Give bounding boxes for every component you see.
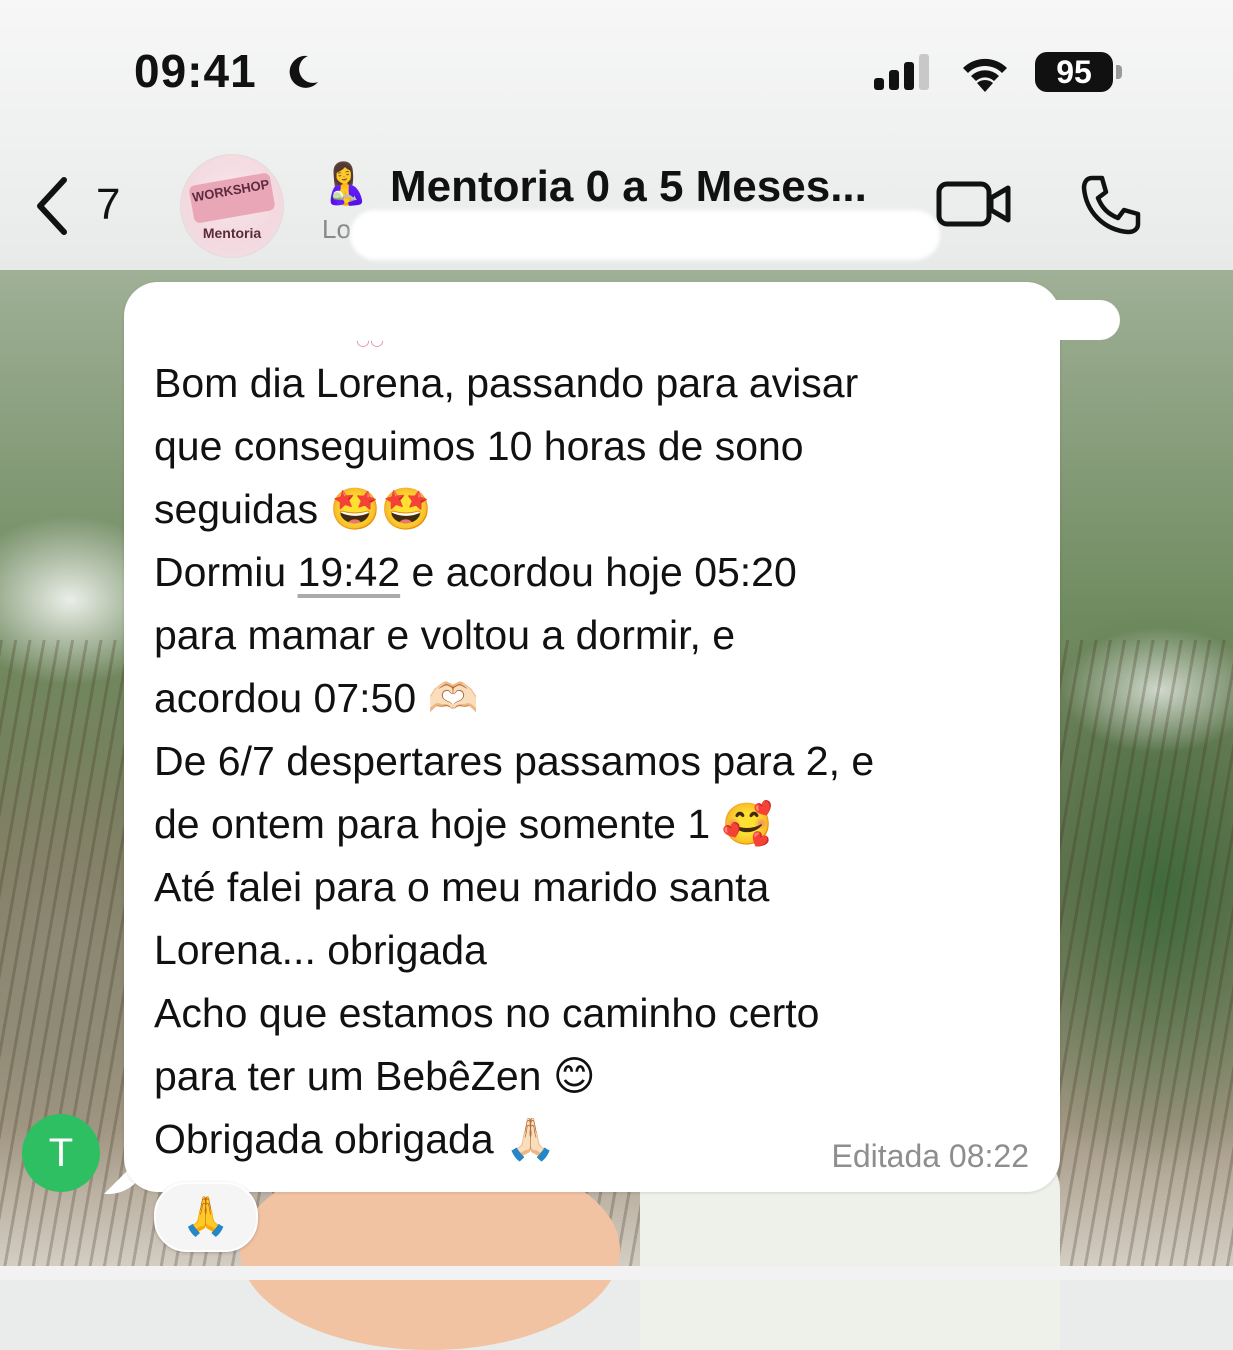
sender-name-fragment: ◡◡ bbox=[356, 332, 384, 349]
message-line: De 6/7 despertares passamos para 2, e bbox=[154, 738, 875, 784]
avatar-label: Mentoria bbox=[202, 225, 262, 241]
message-line: Lorena... obrigada bbox=[154, 927, 487, 973]
message-line: Acho que estamos no caminho certo bbox=[154, 990, 820, 1036]
message-line: seguidas 🤩🤩 bbox=[154, 486, 432, 532]
battery-tip bbox=[1116, 65, 1122, 79]
message-line: para mamar e voltou a dormir, e bbox=[154, 612, 736, 658]
moon-icon bbox=[289, 55, 318, 88]
reaction-emoji: 🙏 bbox=[182, 1196, 230, 1238]
back-chevron-icon[interactable] bbox=[32, 176, 72, 236]
unread-count[interactable]: 7 bbox=[96, 180, 120, 230]
message-line: Até falei para o meu marido santa bbox=[154, 864, 770, 910]
time-link[interactable]: 19:42 bbox=[298, 549, 401, 595]
message-line: acordou 07:50 🫶🏻 bbox=[154, 675, 479, 721]
avatar-banner-text: WORKSHOP bbox=[188, 172, 276, 224]
message-edited-timestamp: Editada 08:22 bbox=[831, 1138, 1030, 1174]
message-text-segment: e acordou hoje 05:20 bbox=[400, 549, 797, 595]
message-line: Obrigada obrigada 🙏🏻 bbox=[154, 1116, 557, 1162]
battery-indicator: 95 bbox=[1035, 52, 1113, 92]
battery-level: 95 bbox=[1056, 53, 1092, 90]
cellular-signal-icon bbox=[874, 54, 929, 90]
chat-header: 09:41 95 7 WORKSHOP Mentoria 🤱 Mentoria … bbox=[0, 0, 1233, 270]
wifi-icon bbox=[963, 58, 1007, 92]
group-avatar[interactable]: WORKSHOP Mentoria bbox=[180, 154, 284, 258]
sender-initial: T bbox=[48, 1130, 74, 1175]
sender-avatar[interactable]: T bbox=[22, 1114, 100, 1192]
chat-title[interactable]: Mentoria 0 a 5 Meses... bbox=[390, 162, 867, 212]
phone-call-icon[interactable] bbox=[1078, 174, 1142, 236]
message-text[interactable]: Bom dia Lorena, passando para avisar que… bbox=[154, 352, 1034, 1171]
message-line: Dormiu 19:42 e acordou hoje 05:20 bbox=[154, 549, 797, 595]
message-line: para ter um BebêZen 😊 bbox=[154, 1053, 596, 1099]
video-call-icon[interactable] bbox=[936, 178, 1012, 230]
group-title-emoji: 🤱 bbox=[320, 162, 370, 206]
message-line: de ontem para hoje somente 1 🥰 bbox=[154, 801, 773, 847]
subtitle-redaction bbox=[350, 210, 940, 260]
status-time: 09:41 bbox=[134, 45, 257, 97]
message-line: que conseguimos 10 horas de sono bbox=[154, 423, 804, 469]
bottom-edge bbox=[0, 1266, 1233, 1280]
sender-name-redaction bbox=[350, 300, 1120, 340]
message-line: Bom dia Lorena, passando para avisar bbox=[154, 360, 859, 406]
chat-subtitle: Lo bbox=[322, 214, 351, 244]
reaction-pill[interactable]: 🙏 bbox=[154, 1182, 258, 1252]
message-text-segment: Dormiu bbox=[154, 549, 298, 595]
